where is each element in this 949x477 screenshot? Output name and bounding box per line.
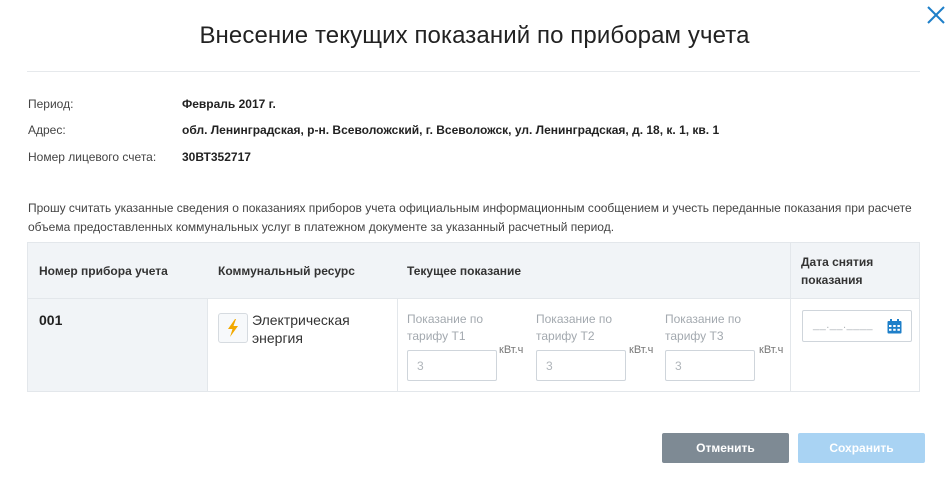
column-divider — [790, 243, 791, 391]
period-value: Февраль 2017 г. — [182, 97, 276, 111]
dialog-title: Внесение текущих показаний по приборам у… — [199, 22, 750, 49]
tariff-t2-unit: кВт.ч — [629, 344, 654, 356]
calendar-icon — [887, 319, 902, 334]
resource-icon-box — [218, 313, 248, 343]
tariff-t3-unit: кВт.ч — [759, 344, 784, 356]
table-header: Номер прибора учета Коммунальный ресурс … — [28, 243, 919, 299]
tariff-t1-unit: кВт.ч — [499, 344, 524, 356]
title-divider — [27, 71, 920, 72]
save-button[interactable]: Сохранить — [798, 433, 925, 463]
tariff-t3-input[interactable] — [665, 350, 755, 381]
tariff-t3-label: Показание по тарифу Т3 — [665, 312, 742, 343]
address-value: обл. Ленинградская, р-н. Всеволожский, г… — [182, 123, 720, 137]
cancel-button[interactable]: Отменить — [662, 433, 789, 463]
meter-number: 001 — [39, 312, 63, 328]
date-mask: __.__.____ — [813, 319, 874, 331]
resource-name: Электрическая энергия — [252, 312, 350, 346]
lightning-icon — [228, 319, 238, 337]
account-value: 30ВТ352717 — [182, 150, 251, 164]
info-block: Период: Февраль 2017 г. Адрес: обл. Лени… — [28, 97, 928, 167]
tariff-t1-label: Показание по тарифу Т1 — [407, 312, 484, 343]
header-meter-number: Номер прибора учета — [39, 264, 168, 278]
calendar-button[interactable] — [887, 319, 902, 339]
tariff-t2-label: Показание по тарифу Т2 — [536, 312, 613, 343]
notice-text: Прошу считать указанные сведения о показ… — [28, 201, 912, 234]
header-current-reading: Текущее показание — [407, 264, 522, 278]
header-reading-date: Дата снятия показания — [801, 255, 874, 287]
account-label: Номер лицевого счета: — [28, 150, 157, 164]
header-resource: Коммунальный ресурс — [218, 264, 355, 278]
reading-date-input[interactable]: __.__.____ — [802, 310, 912, 342]
tariff-t1-input[interactable] — [407, 350, 497, 381]
readings-table: Номер прибора учета Коммунальный ресурс … — [27, 242, 920, 392]
address-label: Адрес: — [28, 123, 66, 137]
tariff-t2-input[interactable] — [536, 350, 626, 381]
period-label: Период: — [28, 97, 74, 111]
